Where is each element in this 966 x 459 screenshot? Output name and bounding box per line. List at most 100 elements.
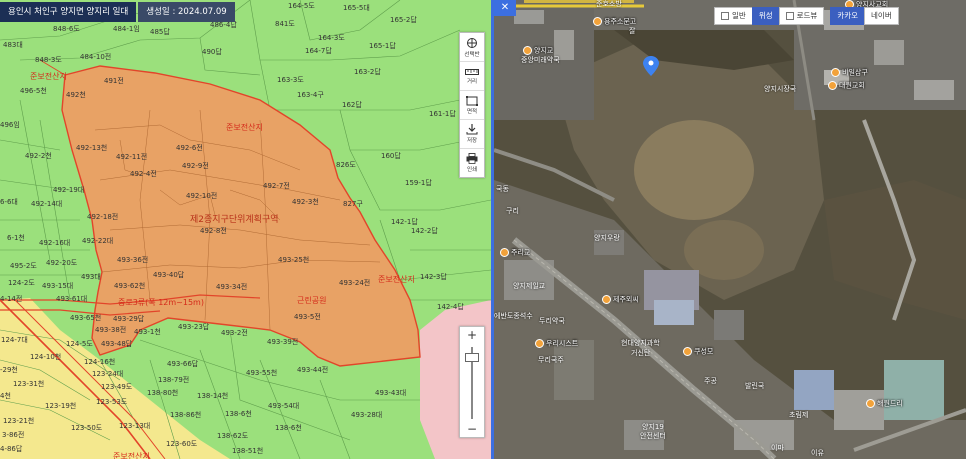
parcel-label: 493-34전 [216, 283, 248, 291]
poi-label[interactable]: 해원드리 [866, 399, 903, 408]
parcel-label: 492-4전 [130, 170, 157, 178]
poi-marker-icon [683, 347, 692, 356]
place-label: 무리국주 [538, 357, 564, 364]
parcel-label: 138-62도 [217, 432, 249, 440]
poi-marker-icon [831, 68, 840, 77]
parcel-label: 142-2답 [411, 227, 438, 235]
poi-label[interactable]: 쿠성모 [683, 347, 713, 356]
printer-icon [466, 153, 478, 164]
zoom-control: + − [459, 326, 485, 438]
poi-label[interactable]: 용주소문고 [593, 17, 636, 26]
parcel-label: 493-54대 [268, 402, 300, 410]
zone-label: 근린공원 [297, 296, 327, 305]
parcel-label: 492-3천 [292, 198, 319, 206]
parcel-label: 493-38전 [95, 326, 127, 334]
poi-label[interactable]: 주리교 [500, 248, 530, 257]
parcel-label: 165-2답 [390, 16, 417, 24]
zoom-slider-handle[interactable] [465, 353, 479, 362]
naver-map-button[interactable]: 네이버 [864, 7, 899, 25]
place-name: 우리시스트 [546, 339, 579, 348]
parcel-label: 493-1천 [134, 328, 161, 336]
parcel-label: 493-25천 [278, 256, 310, 264]
parcel-label: 490답 [202, 48, 222, 56]
place-name: 용주소문고 [604, 17, 637, 26]
map-type-bar: 일반 위성 로드뷰 카카오 네이버 [714, 7, 899, 25]
parcel-label: 496-5천 [20, 87, 47, 95]
place-name: 초림제 [789, 411, 809, 419]
zoom-out-button[interactable]: − [460, 421, 484, 437]
place-label: 준호소방 [596, 1, 622, 8]
parcel-label: 484-1임 [113, 25, 140, 33]
crosshair-icon [467, 37, 477, 48]
parcel-label: 492-19대 [53, 186, 85, 194]
place-name: 양지제일교 [513, 282, 546, 290]
place-label: 주공 [704, 378, 717, 385]
split-toggle-button[interactable]: ✕ [494, 0, 516, 16]
place-name: 이마 [771, 444, 784, 452]
parcel-label: 138-14천 [197, 392, 229, 400]
parcel-label: 123-13대 [119, 422, 151, 430]
place-name: 발린국 [745, 382, 765, 390]
parcel-label: 161-1답 [429, 110, 456, 118]
general-map-button[interactable]: 일반 [714, 7, 753, 25]
parcel-label: 493-2전 [221, 329, 248, 337]
parcel-label: 492-18전 [87, 213, 119, 221]
satellite-imagery [494, 0, 966, 459]
place-name: 양지우랑 [594, 234, 620, 242]
place-label: 에반도종석수 [494, 313, 533, 320]
parcel-label: 493-62천 [114, 282, 146, 290]
poi-label[interactable]: 양지교 [523, 46, 553, 55]
poi-marker-icon [593, 17, 602, 26]
parcel-label: 3-86전 [2, 431, 25, 439]
satellite-map[interactable]: 양지사교회 준호소방 용주소문고 잘 양지교 중앙미래약국 비일삼구 양지시장국 대원교회 국동 구… [494, 0, 966, 459]
creation-date: 생성일 : 2024.07.09 [138, 2, 235, 22]
area-button[interactable]: 면적 [460, 91, 484, 120]
kakao-map-button[interactable]: 카카오 [830, 7, 866, 25]
download-icon [466, 124, 478, 135]
parcel-label: 142-4답 [437, 303, 464, 311]
roadview-label: 로드뷰 [796, 11, 818, 20]
parcel-label: 492-16대 [39, 239, 71, 247]
print-button[interactable]: 인쇄 [460, 149, 484, 177]
parcel-label: 493-24전 [339, 279, 371, 287]
parcel-label: 159-1답 [405, 179, 432, 187]
poi-label[interactable]: 우리시스트 [535, 339, 578, 348]
save-button[interactable]: 저장 [460, 120, 484, 149]
roadview-button[interactable]: 로드뷰 [778, 7, 825, 25]
parcel-label: 493-5전 [294, 313, 321, 321]
place-name: 주공 [704, 377, 717, 385]
initial-position-button[interactable]: 선택반 [460, 33, 484, 62]
zone-label: 준보전산지 [378, 275, 415, 284]
parcel-label: 492-10전 [186, 192, 218, 200]
poi-label[interactable]: 비일삼구 [831, 68, 868, 77]
place-label: 양지19 [642, 424, 664, 431]
parcel-label: 165-5대 [343, 4, 370, 12]
parcel-label: 492-7전 [263, 182, 290, 190]
parcel-label: 492-22대 [82, 237, 114, 245]
zoom-in-button[interactable]: + [460, 327, 484, 343]
parcel-label: 4-86답 [0, 445, 23, 453]
poi-label[interactable]: 대원교회 [828, 81, 865, 90]
poi-label[interactable]: 제주외씨 [602, 295, 639, 304]
cadastral-map[interactable]: 848-3848-6도483대484-1임485답486-4답486-2임841… [0, 0, 491, 459]
parcel-label: 138-79전 [158, 376, 190, 384]
satellite-map-button[interactable]: 위성 [751, 7, 780, 25]
map-title-bar: 용인시 처인구 양지면 양지리 일대 생성일 : 2024.07.09 [0, 2, 235, 22]
place-name: 안전센터 [640, 432, 666, 440]
parcel-label: 827구 [343, 200, 363, 208]
place-name: 잘 [629, 27, 636, 35]
place-name: 거신탄 [631, 349, 651, 357]
parcel-label: 492-11전 [116, 153, 148, 161]
parcel-label: 483대 [3, 41, 23, 49]
parcel-label: 142-3답 [420, 273, 447, 281]
poi-marker-icon [602, 295, 611, 304]
parcel-label: 493-48답 [101, 340, 133, 348]
place-label: 양지시장국 [764, 86, 796, 93]
ruler-icon [465, 68, 479, 75]
parcel-label: 124-5도 [66, 340, 93, 348]
distance-button[interactable]: 거리 [460, 62, 484, 91]
parcel-label: 6-1천 [7, 234, 25, 242]
parcel-label: 485답 [150, 28, 170, 36]
parcel-label: 123-19천 [45, 402, 77, 410]
parcel-label: 493-29답 [113, 315, 145, 323]
